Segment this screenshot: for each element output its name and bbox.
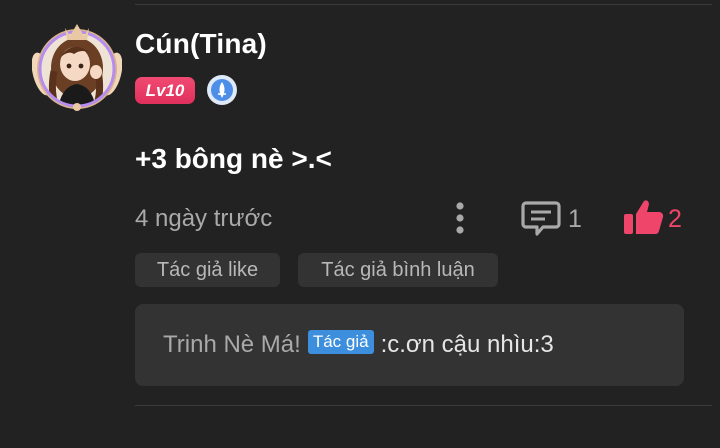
medal-icon <box>207 75 237 105</box>
divider-bottom <box>135 405 712 406</box>
divider-top <box>135 4 712 5</box>
reply-text: c.ơn cậu nhìu:3 <box>387 331 554 358</box>
reply-author-name[interactable]: Trinh Nè Má! <box>163 331 301 359</box>
more-icon[interactable] <box>447 200 473 236</box>
author-tag-badge: Tác giả <box>307 330 374 354</box>
author-liked-tag: Tác giả like <box>135 253 280 287</box>
timestamp: 4 ngày trước <box>135 205 273 232</box>
comment-content: +3 bông nè >.< <box>135 143 332 174</box>
thumbs-up-icon[interactable] <box>622 198 664 236</box>
comment-icon[interactable] <box>521 199 561 237</box>
reply-separator: : <box>380 331 388 358</box>
comment-count: 1 <box>568 205 582 233</box>
comment-item: Cún(Tina) Lv10 +3 bông nè >.< 4 ngày trư… <box>0 0 720 448</box>
avatar[interactable] <box>32 16 122 114</box>
reply-preview[interactable]: Trinh Nè Má! Tác giả : c.ơn cậu nhìu:3 <box>135 304 684 386</box>
like-count: 2 <box>668 205 682 233</box>
author-replied-tag: Tác giả bình luận <box>298 253 498 287</box>
username[interactable]: Cún(Tina) <box>135 28 267 60</box>
level-badge: Lv10 <box>135 77 195 104</box>
